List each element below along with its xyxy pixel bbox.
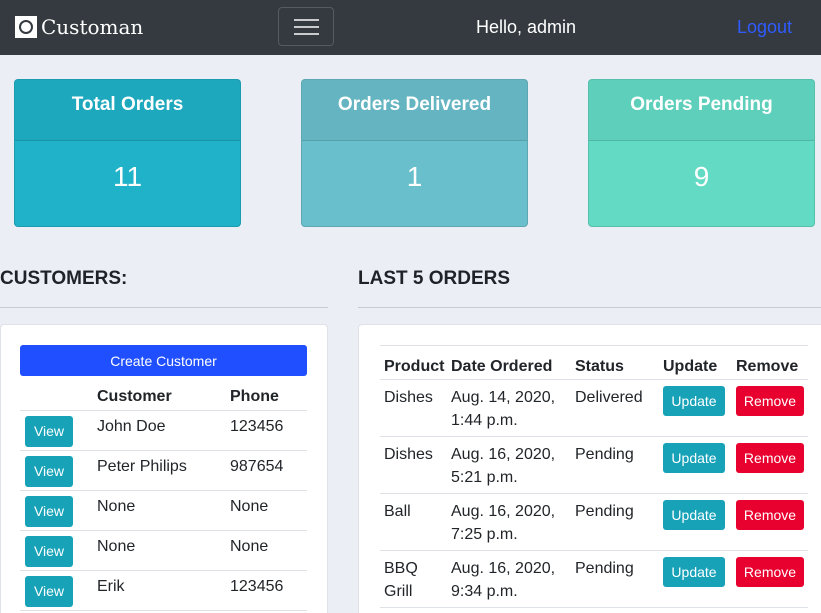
orders-heading: LAST 5 ORDERS xyxy=(358,268,511,289)
view-customer-button[interactable]: View xyxy=(25,495,73,527)
user-greeting: Hello, admin xyxy=(476,17,577,37)
hamburger-icon xyxy=(294,19,319,21)
stat-card-orders-pending: Orders Pending 9 xyxy=(588,79,815,227)
order-status: Pending xyxy=(571,436,659,494)
customer-name: None xyxy=(97,490,230,531)
table-row: Ball Aug. 16, 2020, 7:25 p.m. Pending Upd… xyxy=(380,493,808,551)
view-customer-button[interactable]: View xyxy=(25,415,73,447)
stat-title: Total Orders xyxy=(15,80,240,141)
order-status: Pending xyxy=(571,493,659,551)
stat-title: Orders Pending xyxy=(589,80,814,141)
remove-order-button[interactable]: Remove xyxy=(736,500,804,530)
table-row: View None None xyxy=(20,530,307,571)
order-product: Ball xyxy=(380,493,447,551)
stat-card-total-orders: Total Orders 11 xyxy=(14,79,241,227)
order-product: Dishes xyxy=(380,436,447,494)
column-header: Customer xyxy=(97,377,230,411)
customer-phone: None xyxy=(230,490,307,531)
customers-heading: CUSTOMERS: xyxy=(0,268,128,289)
column-header: Product xyxy=(380,345,447,380)
stat-title: Orders Delivered xyxy=(302,80,527,141)
customer-name: None xyxy=(97,530,230,571)
customer-name: Erik xyxy=(97,570,230,611)
order-date: Aug. 16, 2020, 5:21 p.m. xyxy=(447,436,571,494)
brand-logo-icon xyxy=(15,16,37,38)
table-row: View John Doe 123456 xyxy=(20,410,307,451)
customer-phone: 123456 xyxy=(230,410,307,451)
stat-value: 9 xyxy=(693,161,710,192)
order-date: Aug. 16, 2020, 7:25 p.m. xyxy=(447,493,571,551)
order-date: Aug. 16, 2020, 9:34 p.m. xyxy=(447,550,571,608)
order-product: BBQ Grill xyxy=(380,550,447,608)
view-customer-button[interactable]: View xyxy=(25,455,73,487)
column-header: Phone xyxy=(230,377,307,411)
table-header-row: Product Date Ordered Status Update Remov… xyxy=(380,345,808,380)
table-row: Dishes Aug. 16, 2020, 5:21 p.m. Pending U… xyxy=(380,436,808,494)
orders-table: Product Date Ordered Status Update Remov… xyxy=(380,345,808,608)
update-order-button[interactable]: Update xyxy=(663,557,725,587)
navbar: Customan Hello, admin Logout xyxy=(0,0,821,55)
stat-value: 1 xyxy=(406,161,423,192)
customer-phone: None xyxy=(230,530,307,571)
column-header xyxy=(20,377,97,411)
order-product: Dishes xyxy=(380,379,447,437)
view-customer-button[interactable]: View xyxy=(25,535,73,567)
create-customer-button[interactable]: Create Customer xyxy=(20,345,307,376)
order-status: Delivered xyxy=(571,379,659,437)
column-header: Date Ordered xyxy=(447,345,571,380)
stat-value: 11 xyxy=(112,161,143,192)
column-header: Remove xyxy=(732,345,808,380)
table-row: View Erik 123456 xyxy=(20,570,307,611)
update-order-button[interactable]: Update xyxy=(663,386,725,416)
update-order-button[interactable]: Update xyxy=(663,443,725,473)
table-row: Dishes Aug. 14, 2020, 1:44 p.m. Delivered… xyxy=(380,379,808,437)
remove-order-button[interactable]: Remove xyxy=(736,557,804,587)
column-header: Update xyxy=(659,345,732,380)
customers-table: Customer Phone View John Doe 123456 View… xyxy=(20,377,307,611)
order-date: Aug. 14, 2020, 1:44 p.m. xyxy=(447,379,571,437)
brand-link[interactable]: Customan xyxy=(15,14,143,40)
stat-card-orders-delivered: Orders Delivered 1 xyxy=(301,79,528,227)
table-row: View None None xyxy=(20,490,307,531)
customer-phone: 987654 xyxy=(230,450,307,491)
divider xyxy=(0,307,328,308)
view-customer-button[interactable]: View xyxy=(25,575,73,607)
column-header: Status xyxy=(571,345,659,380)
remove-order-button[interactable]: Remove xyxy=(736,443,804,473)
customer-phone: 123456 xyxy=(230,570,307,611)
remove-order-button[interactable]: Remove xyxy=(736,386,804,416)
menu-toggle-button[interactable] xyxy=(278,7,334,46)
table-row: View Peter Philips 987654 xyxy=(20,450,307,491)
table-header-row: Customer Phone xyxy=(20,377,307,411)
logout-link[interactable]: Logout xyxy=(737,17,792,38)
customer-name: Peter Philips xyxy=(97,450,230,491)
customer-name: John Doe xyxy=(97,410,230,451)
divider xyxy=(358,307,821,308)
table-row: BBQ Grill Aug. 16, 2020, 9:34 p.m. Pending… xyxy=(380,550,808,608)
update-order-button[interactable]: Update xyxy=(663,500,725,530)
brand-name: Customan xyxy=(41,15,144,39)
order-status: Pending xyxy=(571,550,659,608)
